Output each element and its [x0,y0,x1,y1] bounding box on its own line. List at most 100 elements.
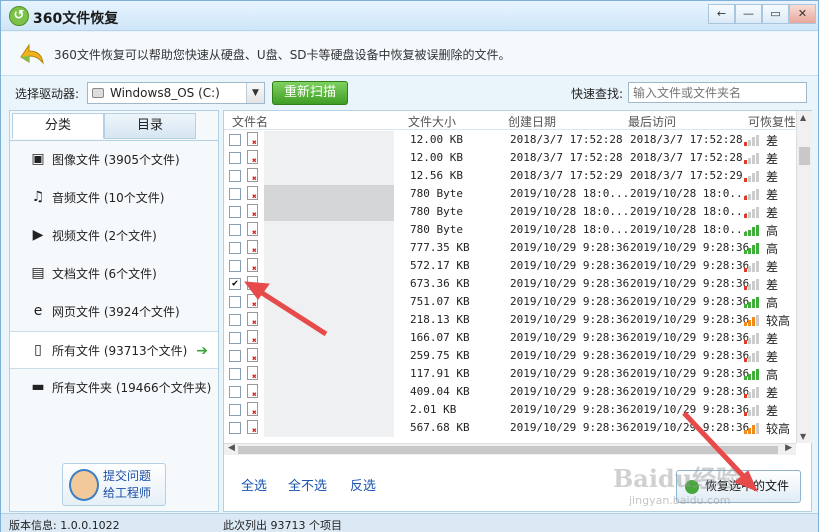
support-line1: 提交问题 [103,469,152,483]
signal-bar [756,315,759,326]
header-size[interactable]: 文件大小 [408,113,456,130]
header-created[interactable]: 创建日期 [508,113,556,130]
table-row[interactable]: 12.00 KB 2018/3/7 17:52:28 2018/3/7 17:52:… [224,149,796,167]
table-row[interactable]: 567.68 KB 2019/10/29 9:28:362019/10/29 9:… [224,419,796,437]
signal-bar [744,214,747,218]
signal-bar [752,317,755,326]
signal-bar [748,319,751,326]
category-item[interactable]: e 网页文件 (3924个文件) [10,293,218,331]
row-checkbox[interactable] [229,188,241,200]
category-item[interactable]: ▬ 所有文件夹 (19466个文件夹) [10,369,218,407]
select-none-link[interactable]: 全不选 [288,475,327,494]
table-row[interactable]: ✔ 673.36 KB 2019/10/29 9:28:362019/10/29 9… [224,275,796,293]
row-checkbox[interactable]: ✔ [229,278,241,290]
row-checkbox[interactable] [229,404,241,416]
table-row[interactable]: 259.75 KB 2019/10/29 9:28:362019/10/29 9:… [224,347,796,365]
row-checkbox[interactable] [229,296,241,308]
recoverability-bars-icon [744,135,760,146]
table-row[interactable]: 117.91 KB 2019/10/29 9:28:362019/10/29 9:… [224,365,796,383]
table-row[interactable]: 780 Byte 2019/10/28 18:0...2019/10/28 18:… [224,203,796,221]
row-checkbox[interactable] [229,368,241,380]
category-item[interactable]: ♫ 音频文件 (10个文件) [10,179,218,217]
vertical-scrollbar[interactable]: ▲ ▼ [796,111,812,443]
scroll-left-icon[interactable]: ◀ [228,443,235,453]
row-checkbox[interactable] [229,386,241,398]
header-accessed[interactable]: 最后访问 [628,113,676,130]
drive-label: 选择驱动器: [15,87,80,101]
horizontal-scrollbar[interactable]: ◀ ▶ [224,443,796,455]
row-checkbox[interactable] [229,314,241,326]
quick-search-label: 快速查找: [571,87,624,101]
close-button[interactable]: ✕ [789,4,816,24]
scroll-right-icon[interactable]: ▶ [785,443,792,453]
drive-select[interactable]: Windows8_OS (C:) ▼ [87,82,265,104]
select-all-link[interactable]: 全选 [241,475,267,494]
table-row[interactable]: 2.01 KB 2019/10/29 9:28:362019/10/29 9:28… [224,401,796,419]
recoverability-bars-icon [744,207,760,218]
cell-created: 2019/10/29 9:28:36 [510,385,630,398]
category-label: 文档文件 (6个文件) [52,267,157,281]
row-checkbox[interactable] [229,422,241,434]
cell-size: 751.07 KB [410,295,470,308]
category-item[interactable]: ▣ 图像文件 (3905个文件) [10,141,218,179]
minimize-button[interactable]: — [735,4,762,24]
blurred-filename [264,221,394,239]
category-item[interactable]: ▯ 所有文件 (93713个文件) ➔ [10,331,218,369]
row-checkbox[interactable] [229,152,241,164]
rescan-button[interactable]: 重新扫描 [272,81,348,105]
table-row[interactable]: 218.13 KB 2019/10/29 9:28:362019/10/29 9:… [224,311,796,329]
category-item[interactable]: ▶ 视频文件 (2个文件) [10,217,218,255]
header-recoverability[interactable]: 可恢复性 [748,113,796,130]
back-icon[interactable]: ← [708,4,735,24]
restore-button[interactable]: ▭ [762,4,789,24]
table-row[interactable]: 409.04 KB 2019/10/29 9:28:362019/10/29 9:… [224,383,796,401]
header-filename[interactable]: 文件名 [232,113,268,130]
cell-accessed: 2019/10/29 9:28:36 [630,403,750,416]
tab-directory[interactable]: 目录 [104,113,196,139]
row-checkbox[interactable] [229,350,241,362]
table-row[interactable]: 780 Byte 2019/10/28 18:0...2019/10/28 18:… [224,185,796,203]
row-checkbox[interactable] [229,134,241,146]
cell-accessed: 2018/3/7 17:52:29 [630,169,743,182]
hscroll-thumb[interactable] [238,446,778,454]
blurred-filename [264,365,394,383]
scroll-down-icon[interactable]: ▼ [800,432,806,441]
support-button[interactable]: 提交问题 给工程师 [62,463,166,506]
cell-size: 166.07 KB [410,331,470,344]
table-row[interactable]: 780 Byte 2019/10/28 18:0...2019/10/28 18:… [224,221,796,239]
cell-size: 12.00 KB [410,151,463,164]
category-label: 图像文件 (3905个文件) [52,153,180,167]
blurred-filename [264,239,394,257]
blurred-filename [264,185,394,203]
cell-size: 567.68 KB [410,421,470,434]
tab-category[interactable]: 分类 [12,113,104,139]
cell-size: 2.01 KB [410,403,457,416]
row-checkbox[interactable] [229,224,241,236]
search-input[interactable] [628,82,807,103]
table-row[interactable]: 12.56 KB 2018/3/7 17:52:29 2018/3/7 17:52:… [224,167,796,185]
recoverability-bars-icon [744,369,760,380]
scroll-up-icon[interactable]: ▲ [800,113,806,122]
chevron-down-icon[interactable]: ▼ [246,83,264,103]
table-row[interactable]: 777.35 KB 2019/10/29 9:28:362019/10/29 9:… [224,239,796,257]
table-row[interactable]: 12.00 KB 2018/3/7 17:52:28 2018/3/7 17:52:… [224,131,796,149]
table-row[interactable]: 572.17 KB 2019/10/29 9:28:362019/10/29 9:… [224,257,796,275]
row-checkbox[interactable] [229,332,241,344]
signal-bar [752,335,755,344]
category-item[interactable]: ▤ 文档文件 (6个文件) [10,255,218,293]
table-row[interactable]: 751.07 KB 2019/10/29 9:28:362019/10/29 9:… [224,293,796,311]
row-checkbox[interactable] [229,170,241,182]
recoverability-bars-icon [744,387,760,398]
drive-value: Windows8_OS (C:) [110,86,220,100]
scroll-thumb[interactable] [799,147,810,165]
invert-selection-link[interactable]: 反选 [350,475,376,494]
cell-size: 780 Byte [410,223,463,236]
row-checkbox[interactable] [229,242,241,254]
recoverability-bars-icon [744,153,760,164]
video-icon: ▶ [32,227,44,243]
cell-recoverability: 较高 [766,314,791,328]
cell-accessed: 2019/10/28 18:0... [630,187,750,200]
table-row[interactable]: 166.07 KB 2019/10/29 9:28:362019/10/29 9:… [224,329,796,347]
row-checkbox[interactable] [229,206,241,218]
row-checkbox[interactable] [229,260,241,272]
